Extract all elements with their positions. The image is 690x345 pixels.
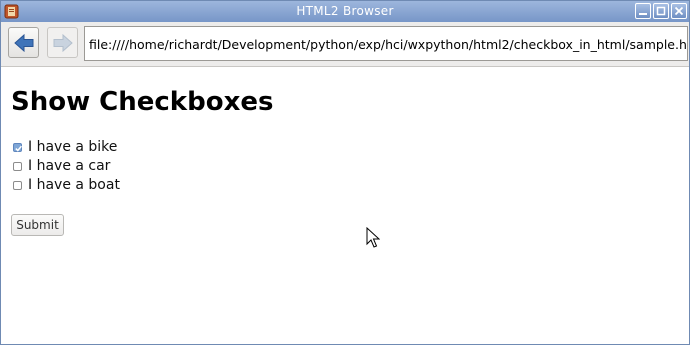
- checkbox-unchecked[interactable]: [13, 161, 22, 171]
- checkbox-label: I have a boat: [28, 177, 120, 193]
- maximize-icon: [656, 6, 666, 16]
- page-heading: Show Checkboxes: [11, 87, 274, 117]
- navigation-toolbar: file:////home/richardt/Development/pytho…: [1, 22, 689, 67]
- checkmark-icon: [15, 145, 22, 152]
- checkbox-checked[interactable]: [13, 142, 22, 152]
- checkbox-bike[interactable]: I have a bike: [13, 139, 117, 155]
- submit-button[interactable]: Submit: [11, 214, 64, 236]
- checkbox-label: I have a bike: [28, 139, 118, 155]
- mouse-pointer-icon: [366, 226, 381, 253]
- page-content: Show Checkboxes I have a bike I have a c…: [1, 67, 689, 344]
- minimize-icon: [639, 13, 647, 15]
- close-icon: [674, 6, 684, 16]
- checkbox-boat[interactable]: I have a boat: [13, 177, 120, 193]
- back-button[interactable]: [8, 27, 39, 58]
- window-title: HTML2 Browser: [296, 4, 394, 18]
- forward-button[interactable]: [47, 27, 78, 58]
- window-controls: [635, 3, 687, 19]
- minimize-button[interactable]: [635, 3, 651, 19]
- checkbox-label: I have a car: [28, 158, 111, 174]
- checkbox-unchecked[interactable]: [13, 180, 22, 190]
- close-button[interactable]: [671, 3, 687, 19]
- url-field[interactable]: file:////home/richardt/Development/pytho…: [84, 26, 688, 61]
- back-arrow-icon: [13, 33, 33, 52]
- forward-arrow-icon: [53, 33, 73, 52]
- title-bar[interactable]: HTML2 Browser: [1, 1, 689, 22]
- maximize-button[interactable]: [653, 3, 669, 19]
- browser-window: HTML2 Browser file:////home/richardt/Dev…: [0, 0, 690, 345]
- checkbox-car[interactable]: I have a car: [13, 158, 110, 174]
